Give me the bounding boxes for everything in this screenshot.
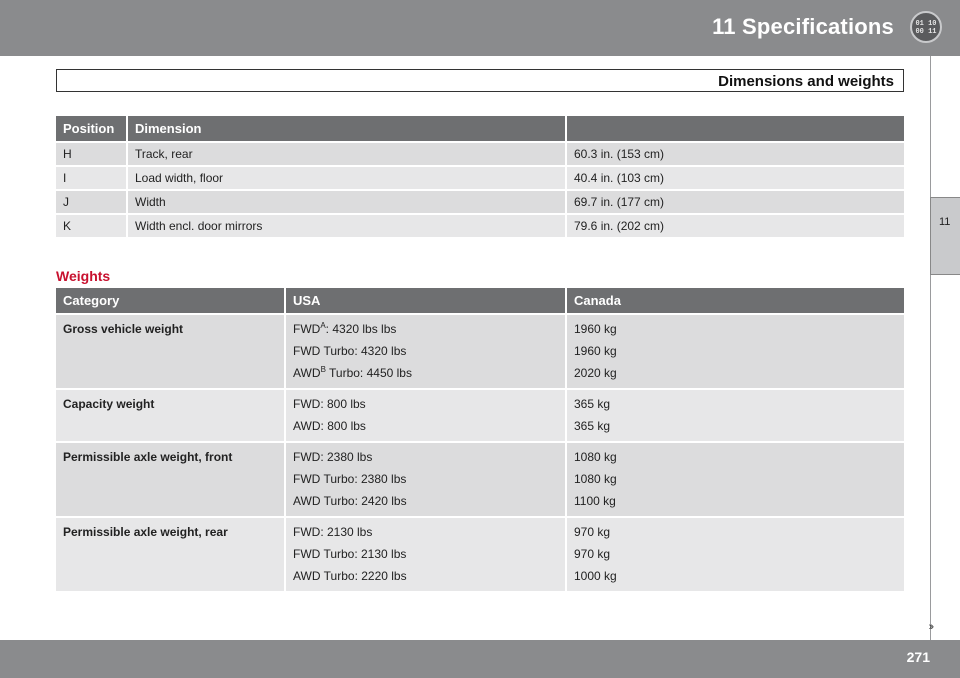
cell-category: Permissible axle weight, rear — [56, 516, 286, 591]
usa-line: FWD Turbo: 2380 lbs — [293, 472, 407, 486]
side-tab-number: 11 — [939, 216, 951, 228]
cell-value: 79.6 in. (202 cm) — [567, 213, 904, 237]
canada-line: 2020 kg — [574, 366, 617, 380]
section-title: Dimensions and weights — [718, 73, 894, 90]
cell-category: Capacity weight — [56, 388, 286, 441]
category-text: Permissible axle weight, front — [63, 450, 233, 464]
cell-category: Gross vehicle weight — [56, 313, 286, 388]
canada-line: 970 kg — [574, 525, 611, 539]
weights-table: Category USA Canada Gross vehicle weight… — [56, 288, 904, 591]
canada-line: 970 kg — [574, 547, 611, 561]
cell-usa: FWD: 800 lbs AWD: 800 lbs — [286, 388, 567, 441]
cell-position: I — [56, 165, 128, 189]
header-usa: USA — [286, 288, 567, 313]
dimensions-table: Position Dimension H Track, rear 60.3 in… — [56, 116, 904, 237]
page-number: 271 — [906, 649, 930, 665]
table-row: I Load width, floor 40.4 in. (103 cm) — [56, 165, 904, 189]
table-row: Permissible axle weight, front FWD: 2380… — [56, 441, 904, 516]
side-divider-bottom — [930, 275, 931, 640]
cell-dimension: Track, rear — [128, 141, 567, 165]
chapter-title: 11 Specifications — [712, 14, 894, 39]
weights-table-header: Category USA Canada — [56, 288, 904, 313]
usa-line: AWD Turbo: 2220 lbs — [293, 569, 407, 583]
header-category: Category — [56, 288, 286, 313]
usa-line: FWD: 2130 lbs — [293, 525, 373, 539]
weights-heading: Weights — [56, 268, 111, 284]
category-text: Capacity weight — [63, 397, 155, 411]
table-row: Gross vehicle weight FWDA: 4320 lbs lbs … — [56, 313, 904, 388]
cell-value: 69.7 in. (177 cm) — [567, 189, 904, 213]
usa-line: FWD Turbo: 4320 lbs — [293, 344, 407, 358]
header-dimension: Dimension — [128, 116, 567, 141]
cell-position: J — [56, 189, 128, 213]
cell-usa: FWD: 2130 lbs FWD Turbo: 2130 lbs AWD Tu… — [286, 516, 567, 591]
badge-text-top: 01 10 — [915, 20, 936, 28]
canada-line: 365 kg — [574, 419, 611, 433]
cell-category: Permissible axle weight, front — [56, 441, 286, 516]
cell-position: K — [56, 213, 128, 237]
cell-value: 60.3 in. (153 cm) — [567, 141, 904, 165]
canada-line: 1100 kg — [574, 494, 616, 508]
usa-line: FWD Turbo: 2130 lbs — [293, 547, 407, 561]
canada-line: 365 kg — [574, 397, 611, 411]
usa-line: AWD: 800 lbs — [293, 419, 366, 433]
side-divider-top — [930, 56, 931, 197]
table-row: Permissible axle weight, rear FWD: 2130 … — [56, 516, 904, 591]
category-text: Permissible axle weight, rear — [63, 525, 228, 539]
table-row: H Track, rear 60.3 in. (153 cm) — [56, 141, 904, 165]
cell-canada: 1960 kg 1960 kg 2020 kg — [567, 313, 904, 388]
header-value — [567, 116, 904, 141]
canada-line: 1000 kg — [574, 569, 617, 583]
header-canada: Canada — [567, 288, 904, 313]
usa-line: FWDA: 4320 lbs lbs — [293, 321, 397, 337]
dimensions-table-header: Position Dimension — [56, 116, 904, 141]
footer-bar — [0, 640, 960, 678]
cell-dimension: Load width, floor — [128, 165, 567, 189]
usa-line: AWDB Turbo: 4450 lbs — [293, 365, 412, 381]
canada-line: 1080 kg — [574, 450, 617, 464]
usa-line: FWD: 800 lbs — [293, 397, 366, 411]
header-position: Position — [56, 116, 128, 141]
cell-canada: 970 kg 970 kg 1000 kg — [567, 516, 904, 591]
cell-canada: 365 kg 365 kg — [567, 388, 904, 441]
usa-line: FWD: 2380 lbs — [293, 450, 373, 464]
cell-dimension: Width — [128, 189, 567, 213]
canada-line: 1080 kg — [574, 472, 617, 486]
cell-position: H — [56, 141, 128, 165]
table-row: Capacity weight FWD: 800 lbs AWD: 800 lb… — [56, 388, 904, 441]
cell-canada: 1080 kg 1080 kg 1100 kg — [567, 441, 904, 516]
chapter-side-tab[interactable]: 11 — [930, 197, 960, 275]
table-row: K Width encl. door mirrors 79.6 in. (202… — [56, 213, 904, 237]
usa-line: AWD Turbo: 2420 lbs — [293, 494, 407, 508]
category-text: Gross vehicle weight — [63, 322, 184, 336]
table-row: J Width 69.7 in. (177 cm) — [56, 189, 904, 213]
section-title-box: Dimensions and weights — [56, 69, 904, 92]
cell-usa: FWDA: 4320 lbs lbs FWD Turbo: 4320 lbs A… — [286, 313, 567, 388]
cell-dimension: Width encl. door mirrors — [128, 213, 567, 237]
canada-line: 1960 kg — [574, 322, 617, 336]
next-page-arrow-icon[interactable]: ›› — [929, 621, 935, 633]
chapter-badge-icon: 01 10 00 11 — [910, 11, 942, 43]
cell-value: 40.4 in. (103 cm) — [567, 165, 904, 189]
cell-usa: FWD: 2380 lbs FWD Turbo: 2380 lbs AWD Tu… — [286, 441, 567, 516]
badge-text-bottom: 00 11 — [915, 28, 936, 36]
canada-line: 1960 kg — [574, 344, 617, 358]
